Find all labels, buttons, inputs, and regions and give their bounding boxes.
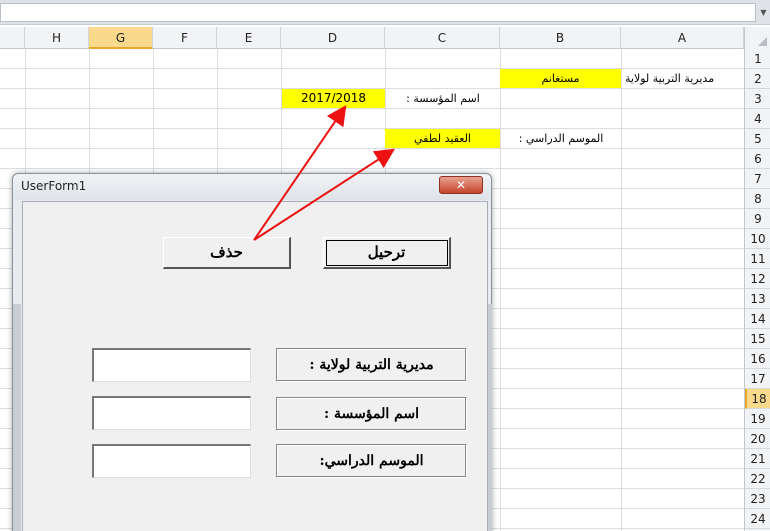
- row-header-23[interactable]: 23: [745, 489, 770, 509]
- institution-label: اسم المؤسسة :: [276, 397, 467, 431]
- form-frame-edge: [13, 304, 21, 531]
- row-header-11[interactable]: 11: [745, 249, 770, 269]
- row-header-22[interactable]: 22: [745, 469, 770, 489]
- season-input[interactable]: [92, 444, 251, 478]
- row-header-2[interactable]: 2: [745, 69, 770, 89]
- column-header-b[interactable]: B: [500, 27, 621, 49]
- row-header-13[interactable]: 13: [745, 289, 770, 309]
- row-header-16[interactable]: 16: [745, 349, 770, 369]
- formula-expand-icon[interactable]: ▼: [757, 3, 770, 22]
- row-header-18[interactable]: 18: [745, 389, 770, 409]
- row-header-8[interactable]: 8: [745, 189, 770, 209]
- row-header-bar: 1 2 3 4 5 6 7 8 9 10 11 12 13 14 15 16 17 18 19 20 21 22 23 24: [744, 49, 770, 531]
- column-header-d[interactable]: D: [281, 27, 385, 49]
- userform-title: UserForm1: [21, 179, 87, 193]
- column-header-g[interactable]: G: [89, 27, 153, 49]
- row-header-4[interactable]: 4: [745, 109, 770, 129]
- cell-b2[interactable]: مستغانم: [500, 69, 621, 88]
- column-header-f[interactable]: F: [153, 27, 217, 49]
- cell-b5[interactable]: الموسم الدراسي :: [501, 129, 621, 148]
- cell-d3[interactable]: 2017/2018: [282, 89, 385, 108]
- cell-c5[interactable]: العقيد لطفي: [385, 129, 500, 148]
- column-header-e[interactable]: E: [217, 27, 281, 49]
- formula-bar: ▼: [0, 0, 770, 25]
- column-header-a[interactable]: A: [621, 27, 744, 49]
- row-header-7[interactable]: 7: [745, 169, 770, 189]
- column-header-h[interactable]: H: [25, 27, 89, 49]
- column-header-bar: H G F E D C B A: [0, 27, 770, 49]
- transfer-button[interactable]: ترحيل: [323, 237, 451, 269]
- userform-window[interactable]: UserForm1 ✕ حذف ترحيل مديرية التربية لول…: [12, 173, 492, 531]
- close-icon[interactable]: ✕: [439, 176, 483, 194]
- row-header-1[interactable]: 1: [745, 49, 770, 69]
- row-header-10[interactable]: 10: [745, 229, 770, 249]
- row-header-17[interactable]: 17: [745, 369, 770, 389]
- column-header-partial[interactable]: [0, 27, 25, 49]
- directorate-label: مديرية التربية لولاية :: [276, 348, 467, 382]
- cell-a2[interactable]: مديرية التربية لولاية: [625, 69, 743, 88]
- row-header-12[interactable]: 12: [745, 269, 770, 289]
- userform-client-area: حذف ترحيل مديرية التربية لولاية : اسم ال…: [22, 201, 488, 531]
- column-header-c[interactable]: C: [385, 27, 500, 49]
- select-all-corner[interactable]: [744, 27, 770, 49]
- institution-input[interactable]: [92, 396, 251, 430]
- row-header-6[interactable]: 6: [745, 149, 770, 169]
- cell-c3[interactable]: اسم المؤسسة :: [386, 89, 500, 108]
- formula-input[interactable]: [0, 3, 756, 22]
- row-header-21[interactable]: 21: [745, 449, 770, 469]
- row-header-20[interactable]: 20: [745, 429, 770, 449]
- directorate-input[interactable]: [92, 348, 251, 382]
- row-header-14[interactable]: 14: [745, 309, 770, 329]
- row-header-3[interactable]: 3: [745, 89, 770, 109]
- row-header-19[interactable]: 19: [745, 409, 770, 429]
- delete-button[interactable]: حذف: [163, 237, 291, 269]
- row-header-9[interactable]: 9: [745, 209, 770, 229]
- row-header-5[interactable]: 5: [745, 129, 770, 149]
- userform-titlebar[interactable]: UserForm1 ✕: [13, 174, 491, 200]
- season-label: الموسم الدراسي:: [276, 444, 467, 478]
- row-header-15[interactable]: 15: [745, 329, 770, 349]
- row-header-24[interactable]: 24: [745, 509, 770, 529]
